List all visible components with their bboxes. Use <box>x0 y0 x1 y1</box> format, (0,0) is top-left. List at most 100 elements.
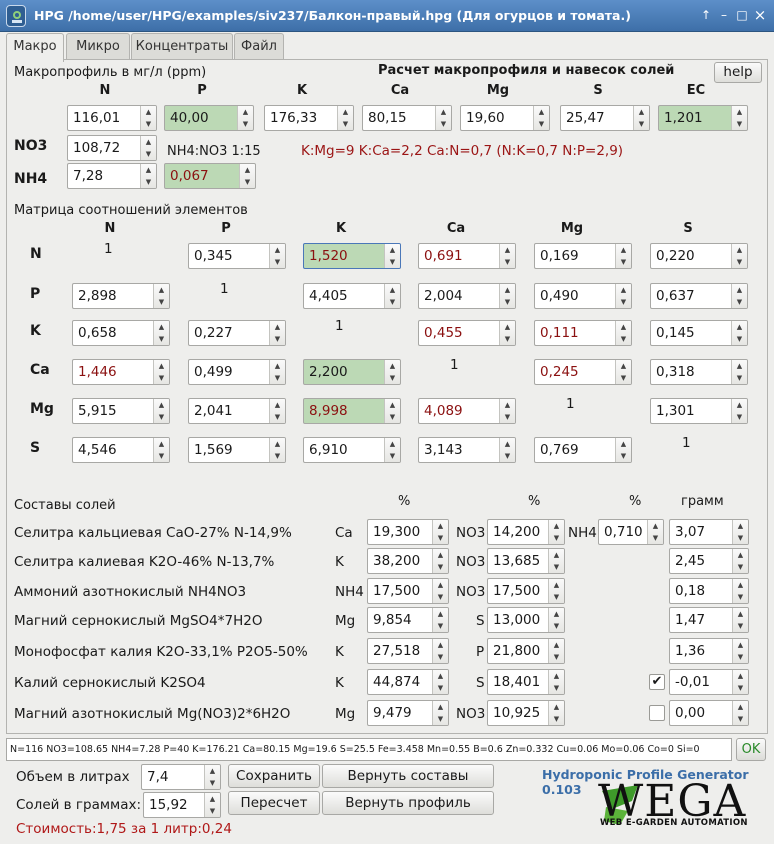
maximize-icon[interactable]: □ <box>734 7 750 23</box>
spin-arrows-icon[interactable]: ▲ ▼ <box>269 360 285 384</box>
spin-arrows-icon[interactable]: ▲ ▼ <box>732 579 748 603</box>
restore-profile-button[interactable]: Вернуть профиль <box>322 791 494 815</box>
matrix-cell-mg-ca[interactable]: ▲▼ <box>418 398 516 424</box>
matrix-cell-k-n[interactable]: ▲▼ <box>72 320 170 346</box>
salt-pct-1[interactable]: ▲▼ <box>367 578 449 604</box>
salt-pct-1-input[interactable] <box>368 608 432 632</box>
spin-arrows-icon[interactable]: ▲ ▼ <box>384 360 400 384</box>
spin-arrows-icon[interactable]: ▲ ▼ <box>548 549 564 573</box>
nh4-no3-ratio-field[interactable]: ▲▼ <box>164 163 256 189</box>
matrix-cell-mg-ca-input[interactable] <box>419 399 499 423</box>
spin-arrows-icon[interactable]: ▲ ▼ <box>269 244 285 268</box>
matrix-cell-s-p[interactable]: ▲▼ <box>188 437 286 463</box>
matrix-cell-p-s-input[interactable] <box>651 284 731 308</box>
matrix-cell-ca-p-input[interactable] <box>189 360 269 384</box>
macro-mg-field[interactable]: ▲▼ <box>460 105 550 131</box>
matrix-cell-n-k[interactable]: ▲▼ <box>303 243 401 269</box>
spin-arrows-icon[interactable]: ▲ ▼ <box>153 321 169 345</box>
spin-arrows-icon[interactable]: ▲ ▼ <box>153 360 169 384</box>
help-button[interactable]: help <box>714 62 762 83</box>
tab-macro[interactable]: Макро <box>6 33 64 62</box>
spin-arrows-icon[interactable]: ▲ ▼ <box>548 701 564 725</box>
matrix-cell-p-ca-input[interactable] <box>419 284 499 308</box>
macro-ec-field[interactable]: ▲▼ <box>658 105 748 131</box>
matrix-cell-ca-mg-input[interactable] <box>535 360 615 384</box>
spin-arrows-icon[interactable]: ▲ ▼ <box>548 520 564 544</box>
spin-arrows-icon[interactable]: ▲ ▼ <box>731 360 747 384</box>
salt-pct-1-input[interactable] <box>368 549 432 573</box>
spin-arrows-icon[interactable]: ▲ ▼ <box>633 106 649 130</box>
spin-arrows-icon[interactable]: ▲ ▼ <box>647 520 663 544</box>
salt-pct-3[interactable]: ▲▼ <box>598 519 664 545</box>
matrix-cell-s-mg-input[interactable] <box>535 438 615 462</box>
spin-arrows-icon[interactable]: ▲ ▼ <box>732 701 748 725</box>
recalc-button[interactable]: Пересчет <box>228 791 320 815</box>
matrix-cell-n-p[interactable]: ▲▼ <box>188 243 286 269</box>
spin-arrows-icon[interactable]: ▲ ▼ <box>731 321 747 345</box>
spin-arrows-icon[interactable]: ▲ ▼ <box>153 438 169 462</box>
matrix-cell-n-ca[interactable]: ▲▼ <box>418 243 516 269</box>
salt-pct-2[interactable]: ▲▼ <box>487 700 565 726</box>
matrix-cell-s-p-input[interactable] <box>189 438 269 462</box>
spin-arrows-icon[interactable]: ▲ ▼ <box>239 164 255 188</box>
spin-arrows-icon[interactable]: ▲ ▼ <box>432 579 448 603</box>
spin-arrows-icon[interactable]: ▲ ▼ <box>732 639 748 663</box>
matrix-cell-p-n-input[interactable] <box>73 284 153 308</box>
macro-n-field[interactable]: ▲▼ <box>67 105 157 131</box>
spin-arrows-icon[interactable]: ▲ ▼ <box>384 399 400 423</box>
matrix-cell-p-mg[interactable]: ▲▼ <box>534 283 632 309</box>
macro-s-field[interactable]: ▲▼ <box>560 105 650 131</box>
matrix-cell-n-s-input[interactable] <box>651 244 731 268</box>
salt-pct-1[interactable]: ▲▼ <box>367 519 449 545</box>
matrix-cell-s-k[interactable]: ▲▼ <box>303 437 401 463</box>
matrix-cell-mg-p[interactable]: ▲▼ <box>188 398 286 424</box>
no3-input[interactable] <box>68 136 140 160</box>
matrix-cell-p-n[interactable]: ▲▼ <box>72 283 170 309</box>
salt-pct-1-input[interactable] <box>368 670 432 694</box>
matrix-cell-p-k[interactable]: ▲▼ <box>303 283 401 309</box>
spin-arrows-icon[interactable]: ▲ ▼ <box>499 321 515 345</box>
matrix-cell-k-s-input[interactable] <box>651 321 731 345</box>
spin-arrows-icon[interactable]: ▲ ▼ <box>548 608 564 632</box>
matrix-cell-k-s[interactable]: ▲▼ <box>650 320 748 346</box>
no3-field[interactable]: ▲▼ <box>67 135 157 161</box>
spin-arrows-icon[interactable]: ▲ ▼ <box>153 399 169 423</box>
close-icon[interactable]: × <box>752 7 768 23</box>
salt-pct-1[interactable]: ▲▼ <box>367 607 449 633</box>
macro-ca-field-input[interactable] <box>363 106 435 130</box>
salt-pct-2-input[interactable] <box>488 639 548 663</box>
salt-pct-2-input[interactable] <box>488 701 548 725</box>
salt-pct-2[interactable]: ▲▼ <box>487 578 565 604</box>
matrix-cell-n-k-input[interactable] <box>304 244 384 268</box>
app-icon[interactable] <box>6 5 26 27</box>
keep-above-icon[interactable]: ↑ <box>698 7 714 23</box>
matrix-cell-ca-s-input[interactable] <box>651 360 731 384</box>
spin-arrows-icon[interactable]: ▲ ▼ <box>269 438 285 462</box>
spin-arrows-icon[interactable]: ▲ ▼ <box>533 106 549 130</box>
salt-pct-1[interactable]: ▲▼ <box>367 669 449 695</box>
matrix-cell-ca-p[interactable]: ▲▼ <box>188 359 286 385</box>
volume-input[interactable] <box>142 765 204 789</box>
salt-pct-2-input[interactable] <box>488 670 548 694</box>
matrix-cell-s-ca-input[interactable] <box>419 438 499 462</box>
matrix-cell-s-n-input[interactable] <box>73 438 153 462</box>
spin-arrows-icon[interactable]: ▲ ▼ <box>432 549 448 573</box>
spin-arrows-icon[interactable]: ▲ ▼ <box>499 438 515 462</box>
salt-grams-input[interactable] <box>670 639 732 663</box>
spin-arrows-icon[interactable]: ▲ ▼ <box>140 106 156 130</box>
salt-grams[interactable]: ▲▼ <box>669 607 749 633</box>
salt-grams[interactable]: ▲▼ <box>669 578 749 604</box>
salt-pct-1-input[interactable] <box>368 579 432 603</box>
matrix-cell-s-k-input[interactable] <box>304 438 384 462</box>
matrix-cell-k-p[interactable]: ▲▼ <box>188 320 286 346</box>
matrix-cell-mg-n-input[interactable] <box>73 399 153 423</box>
salt-pct-1[interactable]: ▲▼ <box>367 548 449 574</box>
matrix-cell-ca-s[interactable]: ▲▼ <box>650 359 748 385</box>
matrix-cell-n-ca-input[interactable] <box>419 244 499 268</box>
salt-grams-input[interactable] <box>670 520 732 544</box>
matrix-cell-k-p-input[interactable] <box>189 321 269 345</box>
spin-arrows-icon[interactable]: ▲ ▼ <box>615 321 631 345</box>
tab-micro[interactable]: Микро <box>66 33 130 60</box>
spin-arrows-icon[interactable]: ▲ ▼ <box>732 520 748 544</box>
matrix-cell-p-ca[interactable]: ▲▼ <box>418 283 516 309</box>
